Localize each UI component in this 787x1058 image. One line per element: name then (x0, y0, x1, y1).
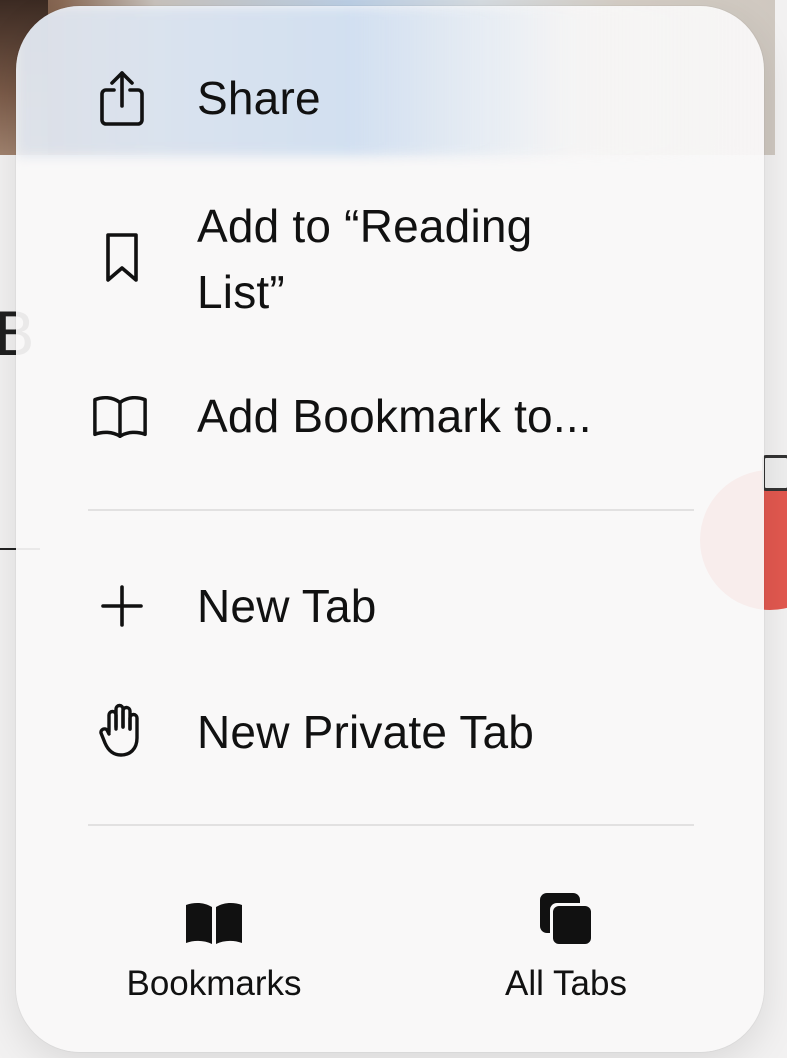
background-icon-fragment (762, 455, 787, 491)
menu-item-new-private-tab[interactable]: New Private Tab (16, 700, 764, 764)
menu-item-label: Share (197, 72, 321, 124)
hand-icon (94, 702, 150, 758)
all-tabs-button[interactable]: All Tabs (436, 876, 696, 1016)
menu-separator (88, 824, 694, 826)
menu-separator (88, 509, 694, 511)
bookmarks-button[interactable]: Bookmarks (84, 876, 344, 1016)
menu-item-share[interactable]: Share (16, 66, 764, 130)
share-icon (94, 70, 150, 126)
menu-item-label: New Private Tab (197, 706, 535, 758)
menu-item-add-to-reading-list[interactable]: Add to “Reading List” (16, 192, 764, 324)
open-book-icon (92, 388, 148, 444)
menu-item-label-line1: Add to “Reading (197, 200, 533, 252)
tabs-stack-icon (531, 884, 601, 954)
context-menu: Share Add to “Reading List” Add Bookmark… (16, 6, 764, 1052)
book-filled-icon (179, 888, 249, 958)
all-tabs-label: All Tabs (505, 964, 627, 1003)
bookmarks-label: Bookmarks (126, 964, 302, 1003)
menu-item-label-line2: List” (197, 266, 285, 318)
plus-icon (94, 578, 150, 634)
menu-item-add-bookmark[interactable]: Add Bookmark to... (16, 384, 764, 448)
bookmark-ribbon-icon (94, 230, 150, 286)
menu-item-label: New Tab (197, 580, 377, 632)
menu-item-new-tab[interactable]: New Tab (16, 574, 764, 638)
menu-item-label: Add Bookmark to... (197, 390, 592, 442)
